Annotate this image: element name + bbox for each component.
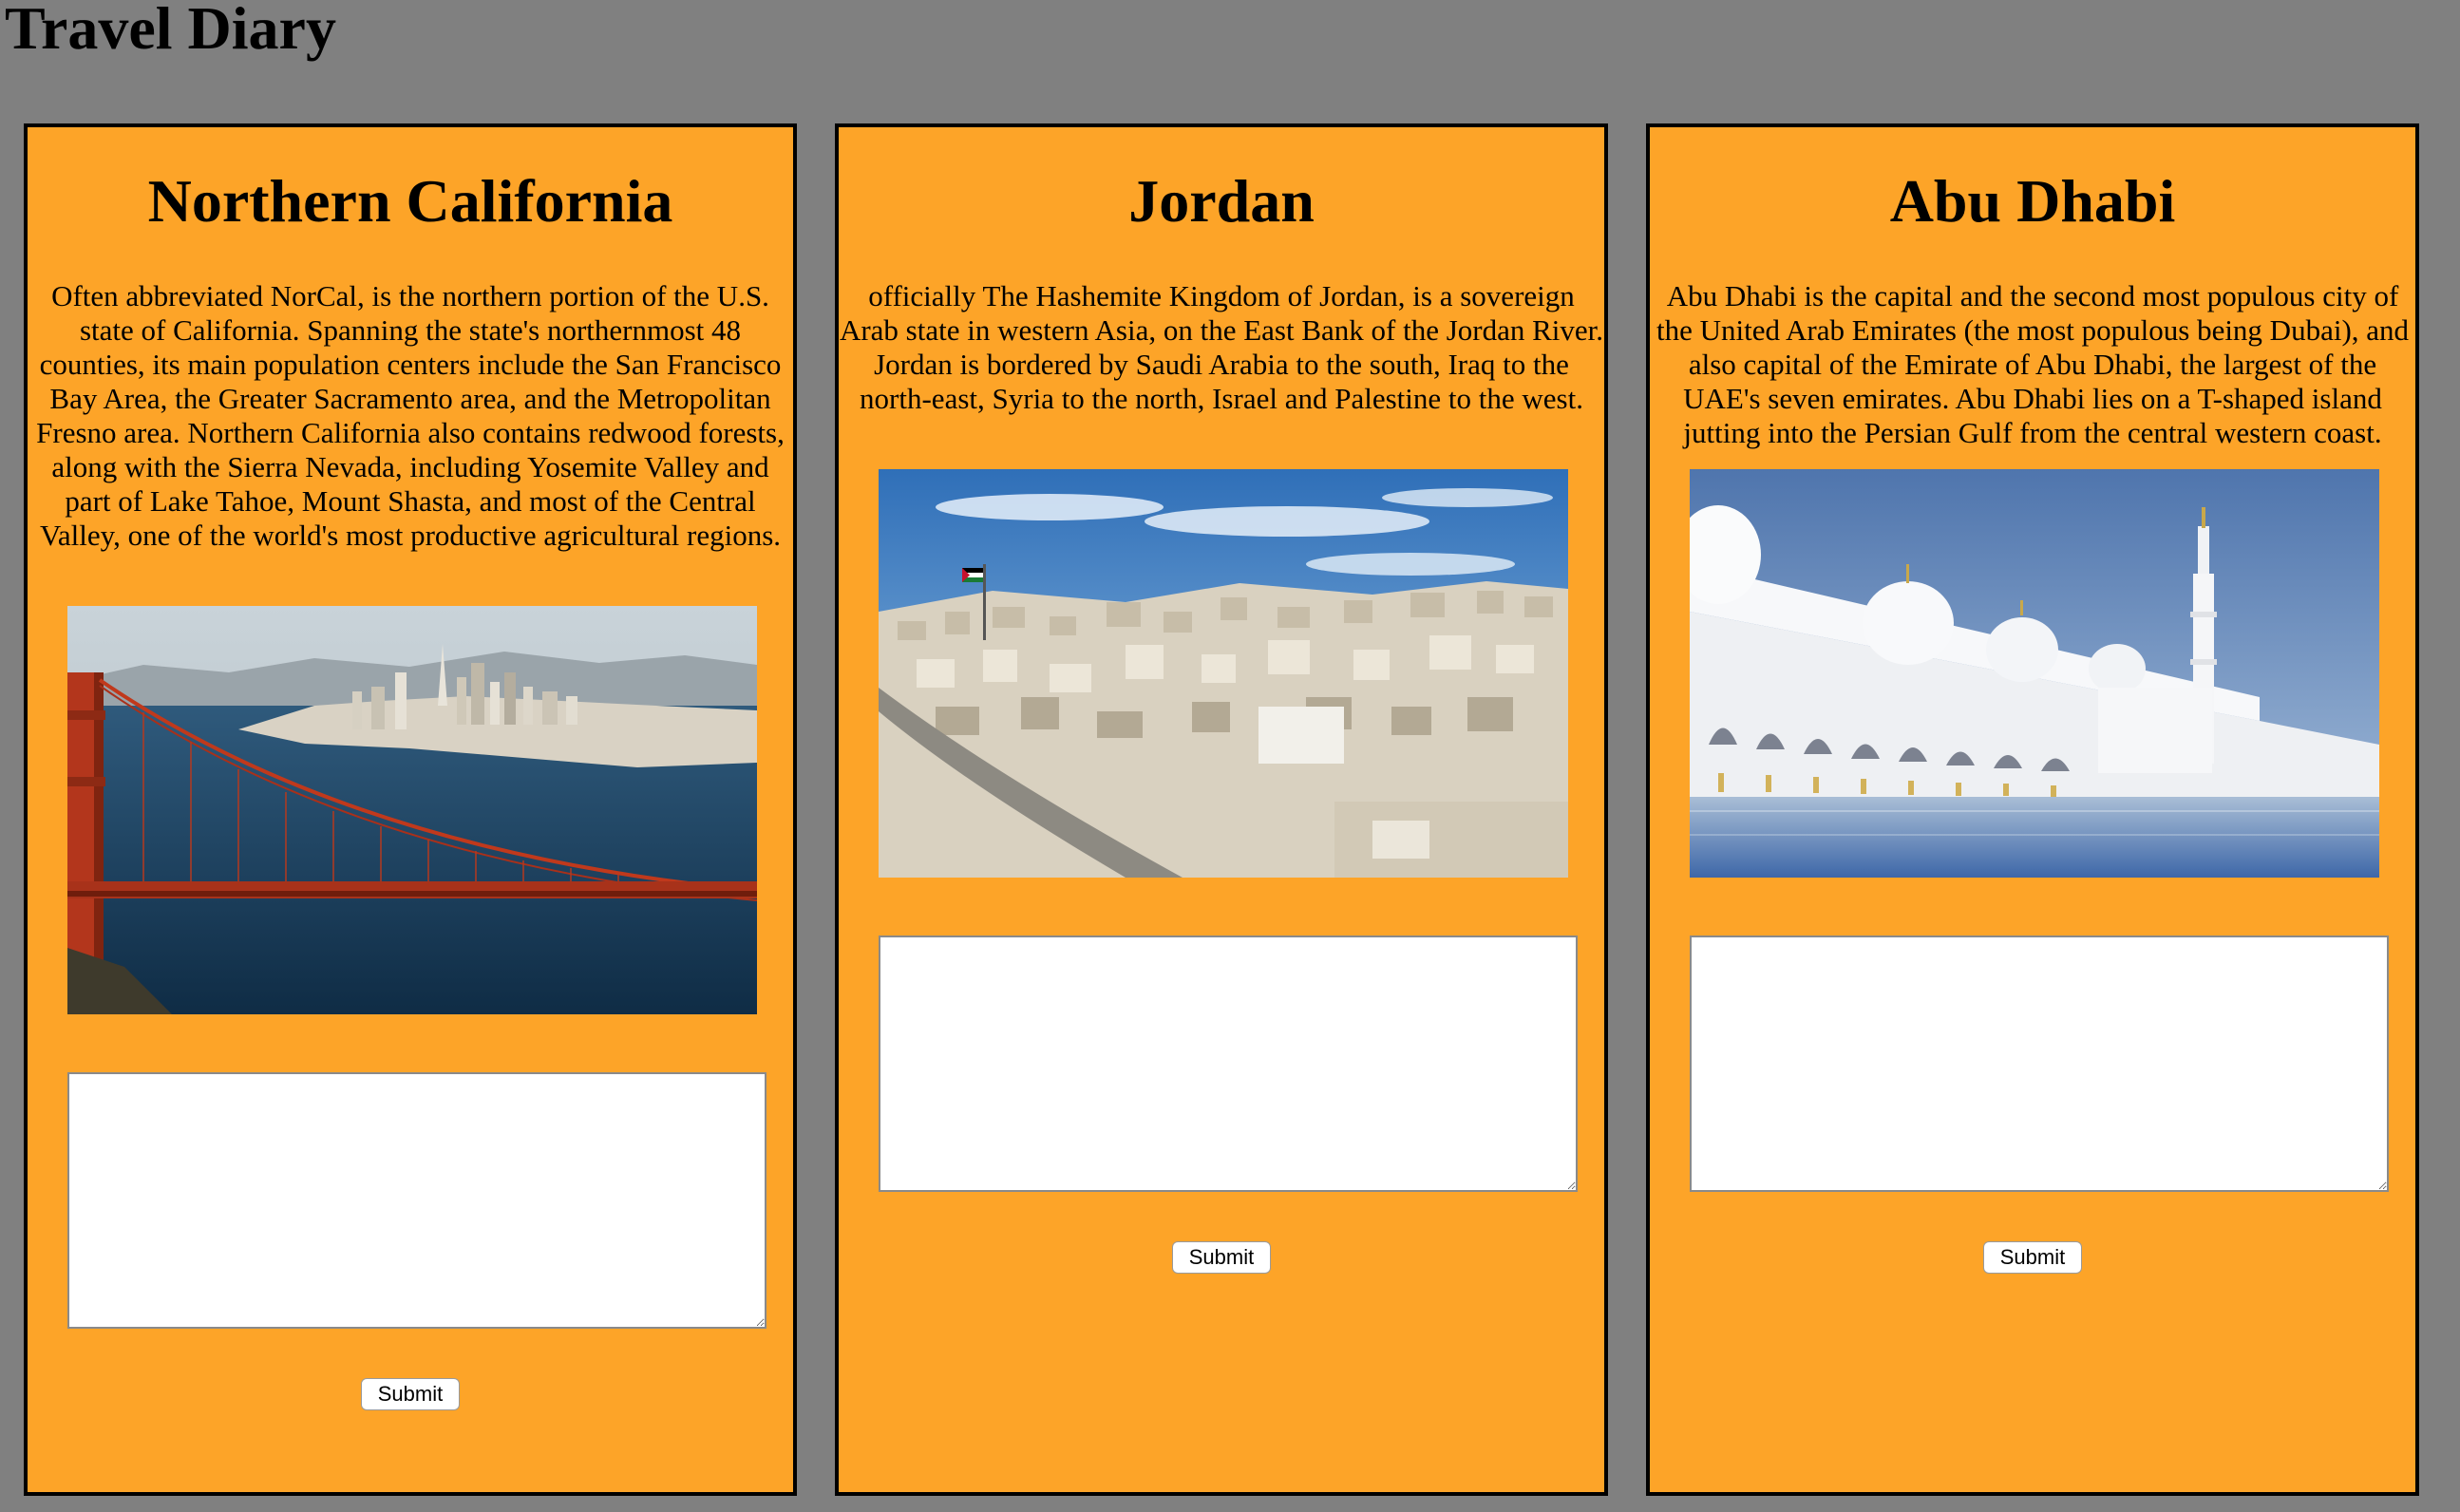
golden-gate-bridge-photo bbox=[67, 606, 757, 1014]
amman-cityscape-photo bbox=[879, 469, 1568, 878]
grand-mosque-photo bbox=[1690, 469, 2379, 878]
submit-button[interactable]: Submit bbox=[1172, 1241, 1271, 1274]
card-heading: Jordan bbox=[1128, 167, 1315, 235]
card-description: officially The Hashemite Kingdom of Jord… bbox=[839, 279, 1604, 415]
submit-button[interactable]: Submit bbox=[361, 1378, 460, 1410]
card-heading: Northern California bbox=[147, 167, 673, 235]
destination-card-jordan: Jordan officially The Hashemite Kingdom … bbox=[835, 123, 1608, 1496]
destination-card-abu-dhabi: Abu Dhabi Abu Dhabi is the capital and t… bbox=[1646, 123, 2419, 1496]
submit-button[interactable]: Submit bbox=[1983, 1241, 2082, 1274]
card-heading: Abu Dhabi bbox=[1889, 167, 2176, 235]
card-description: Often abbreviated NorCal, is the norther… bbox=[36, 279, 785, 552]
diary-entry-textarea[interactable] bbox=[1690, 936, 2389, 1192]
destination-card-northern-california: Northern California Often abbreviated No… bbox=[24, 123, 797, 1496]
card-description: Abu Dhabi is the capital and the second … bbox=[1656, 279, 2410, 449]
diary-entry-textarea[interactable] bbox=[879, 936, 1578, 1192]
page-title: Travel Diary bbox=[5, 0, 336, 62]
diary-entry-textarea[interactable] bbox=[67, 1072, 766, 1329]
